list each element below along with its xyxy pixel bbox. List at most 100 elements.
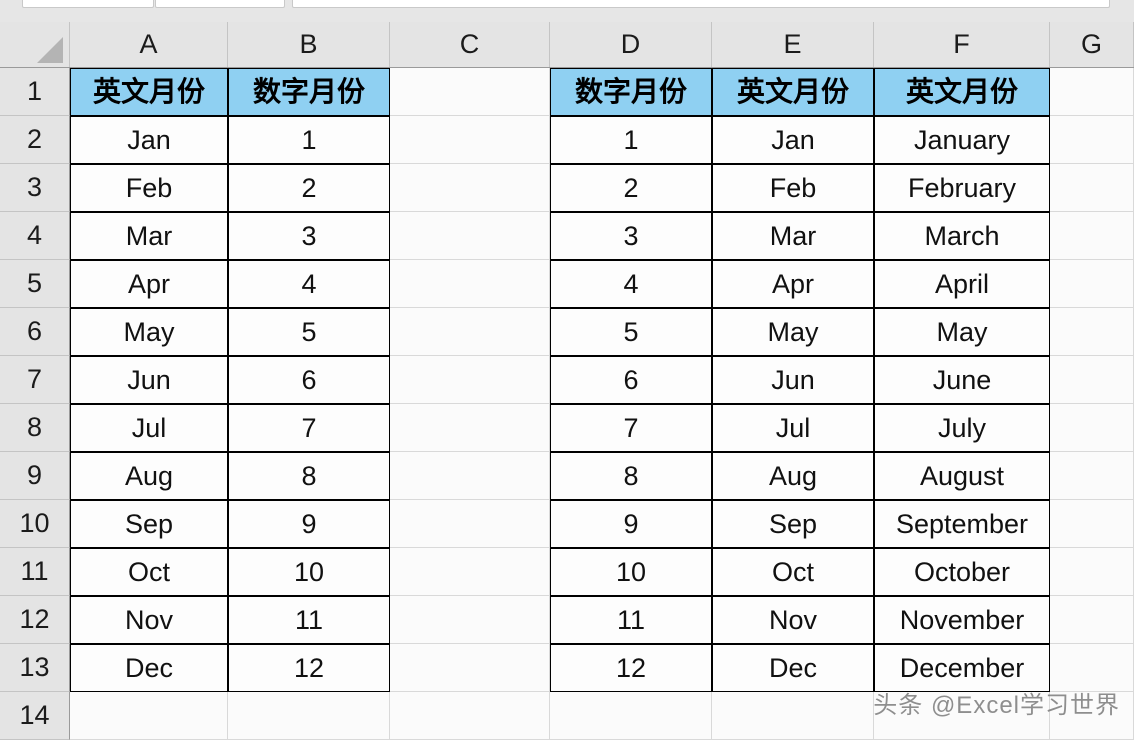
column-header-g[interactable]: G — [1050, 22, 1134, 67]
data-cell-E3[interactable]: Feb — [712, 164, 874, 212]
data-cell-E9[interactable]: Aug — [712, 452, 874, 500]
data-cell-D6[interactable]: 5 — [550, 308, 712, 356]
data-cell-F2[interactable]: January — [874, 116, 1050, 164]
cell-G3[interactable] — [1050, 164, 1134, 212]
cell-C2[interactable] — [390, 116, 550, 164]
header-cell-B1[interactable]: 数字月份 — [228, 68, 390, 116]
data-cell-E7[interactable]: Jun — [712, 356, 874, 404]
data-cell-F6[interactable]: May — [874, 308, 1050, 356]
data-cell-E2[interactable]: Jan — [712, 116, 874, 164]
cell-C9[interactable] — [390, 452, 550, 500]
cell-G9[interactable] — [1050, 452, 1134, 500]
cell-C8[interactable] — [390, 404, 550, 452]
data-cell-A5[interactable]: Apr — [70, 260, 228, 308]
data-cell-D7[interactable]: 6 — [550, 356, 712, 404]
data-cell-B2[interactable]: 1 — [228, 116, 390, 164]
cell-G12[interactable] — [1050, 596, 1134, 644]
data-cell-D3[interactable]: 2 — [550, 164, 712, 212]
cell-C3[interactable] — [390, 164, 550, 212]
data-cell-B7[interactable]: 6 — [228, 356, 390, 404]
column-header-a[interactable]: A — [70, 22, 228, 67]
data-cell-F10[interactable]: September — [874, 500, 1050, 548]
data-cell-B3[interactable]: 2 — [228, 164, 390, 212]
row-header-13[interactable]: 13 — [0, 644, 70, 692]
header-cell-E1[interactable]: 英文月份 — [712, 68, 874, 116]
cell-E14[interactable] — [712, 692, 874, 740]
row-header-4[interactable]: 4 — [0, 212, 70, 260]
cell-G5[interactable] — [1050, 260, 1134, 308]
data-cell-E4[interactable]: Mar — [712, 212, 874, 260]
data-cell-F9[interactable]: August — [874, 452, 1050, 500]
data-cell-D12[interactable]: 11 — [550, 596, 712, 644]
column-header-e[interactable]: E — [712, 22, 874, 67]
data-cell-A3[interactable]: Feb — [70, 164, 228, 212]
data-cell-E8[interactable]: Jul — [712, 404, 874, 452]
column-header-d[interactable]: D — [550, 22, 712, 67]
column-header-c[interactable]: C — [390, 22, 550, 67]
data-cell-A4[interactable]: Mar — [70, 212, 228, 260]
row-header-6[interactable]: 6 — [0, 308, 70, 356]
formula-input[interactable] — [292, 0, 1110, 8]
data-cell-A12[interactable]: Nov — [70, 596, 228, 644]
header-cell-F1[interactable]: 英文月份 — [874, 68, 1050, 116]
data-cell-F5[interactable]: April — [874, 260, 1050, 308]
data-cell-E5[interactable]: Apr — [712, 260, 874, 308]
data-cell-F7[interactable]: June — [874, 356, 1050, 404]
cell-C6[interactable] — [390, 308, 550, 356]
cell-G6[interactable] — [1050, 308, 1134, 356]
row-header-11[interactable]: 11 — [0, 548, 70, 596]
cell-C4[interactable] — [390, 212, 550, 260]
cell-G10[interactable] — [1050, 500, 1134, 548]
row-header-12[interactable]: 12 — [0, 596, 70, 644]
cell-D14[interactable] — [550, 692, 712, 740]
row-header-14[interactable]: 14 — [0, 692, 70, 740]
data-cell-F12[interactable]: November — [874, 596, 1050, 644]
cell-C7[interactable] — [390, 356, 550, 404]
data-cell-D9[interactable]: 8 — [550, 452, 712, 500]
column-header-f[interactable]: F — [874, 22, 1050, 67]
row-header-7[interactable]: 7 — [0, 356, 70, 404]
header-cell-D1[interactable]: 数字月份 — [550, 68, 712, 116]
name-box[interactable] — [22, 0, 154, 8]
data-cell-D4[interactable]: 3 — [550, 212, 712, 260]
data-cell-A7[interactable]: Jun — [70, 356, 228, 404]
data-cell-E13[interactable]: Dec — [712, 644, 874, 692]
data-cell-B6[interactable]: 5 — [228, 308, 390, 356]
data-cell-D8[interactable]: 7 — [550, 404, 712, 452]
cell-G11[interactable] — [1050, 548, 1134, 596]
data-cell-E11[interactable]: Oct — [712, 548, 874, 596]
data-cell-A11[interactable]: Oct — [70, 548, 228, 596]
data-cell-B9[interactable]: 8 — [228, 452, 390, 500]
header-cell-A1[interactable]: 英文月份 — [70, 68, 228, 116]
row-header-8[interactable]: 8 — [0, 404, 70, 452]
row-header-10[interactable]: 10 — [0, 500, 70, 548]
data-cell-D11[interactable]: 10 — [550, 548, 712, 596]
data-cell-D2[interactable]: 1 — [550, 116, 712, 164]
row-header-2[interactable]: 2 — [0, 116, 70, 164]
data-cell-A6[interactable]: May — [70, 308, 228, 356]
cell-G2[interactable] — [1050, 116, 1134, 164]
cell-C13[interactable] — [390, 644, 550, 692]
cell-C10[interactable] — [390, 500, 550, 548]
cell-C1[interactable] — [390, 68, 550, 116]
data-cell-D10[interactable]: 9 — [550, 500, 712, 548]
data-cell-A9[interactable]: Aug — [70, 452, 228, 500]
data-cell-D13[interactable]: 12 — [550, 644, 712, 692]
cell-C5[interactable] — [390, 260, 550, 308]
row-header-5[interactable]: 5 — [0, 260, 70, 308]
data-cell-D5[interactable]: 4 — [550, 260, 712, 308]
cell-A14[interactable] — [70, 692, 228, 740]
cell-G1[interactable] — [1050, 68, 1134, 116]
row-header-3[interactable]: 3 — [0, 164, 70, 212]
cell-G4[interactable] — [1050, 212, 1134, 260]
data-cell-A10[interactable]: Sep — [70, 500, 228, 548]
formula-input-left[interactable] — [155, 0, 285, 8]
data-cell-B12[interactable]: 11 — [228, 596, 390, 644]
row-header-1[interactable]: 1 — [0, 68, 70, 116]
cell-G7[interactable] — [1050, 356, 1134, 404]
data-cell-A2[interactable]: Jan — [70, 116, 228, 164]
select-all-corner[interactable] — [0, 22, 70, 67]
data-cell-F3[interactable]: February — [874, 164, 1050, 212]
data-cell-B4[interactable]: 3 — [228, 212, 390, 260]
data-cell-F11[interactable]: October — [874, 548, 1050, 596]
